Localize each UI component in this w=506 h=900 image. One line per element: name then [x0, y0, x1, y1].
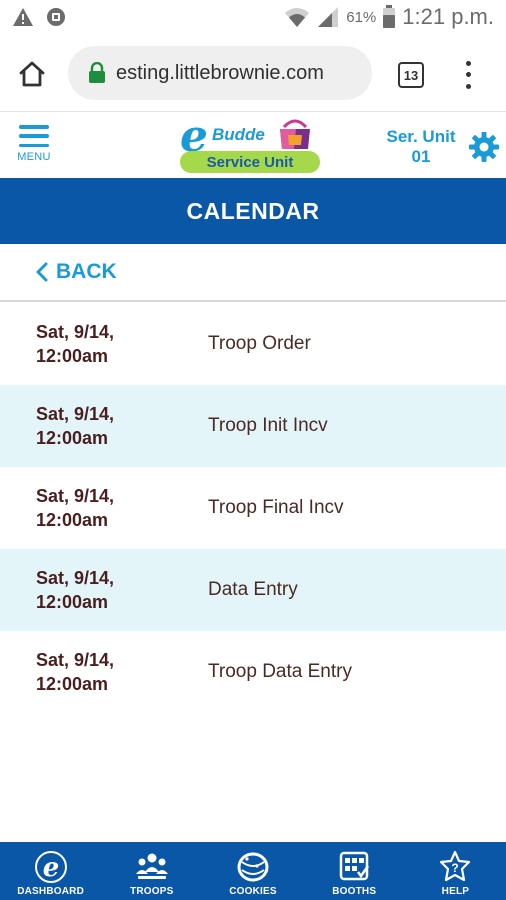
event-date: Sat, 9/14, 12:00am [36, 566, 186, 614]
address-bar[interactable]: esting.littlebrownie.com [68, 46, 372, 100]
battery-icon [383, 5, 396, 28]
event-date-time: 12:00am [36, 428, 109, 448]
status-bar: 61% 1:21 p.m. [0, 0, 506, 36]
nav-cookies[interactable]: COOKIES [202, 842, 303, 900]
wifi-icon [285, 8, 310, 27]
event-title: Troop Data Entry [208, 661, 352, 682]
troops-icon [135, 853, 168, 879]
event-date: Sat, 9/14, 12:00am [36, 484, 186, 532]
nav-troops[interactable]: TROOPS [101, 842, 202, 900]
event-title: Troop Order [208, 333, 311, 354]
browser-menu-button[interactable] [458, 58, 478, 92]
browser-toolbar: esting.littlebrownie.com 13 [0, 36, 506, 112]
notification-icon [47, 8, 65, 26]
nav-help[interactable]: ? HELP [405, 842, 506, 900]
calendar-event-row[interactable]: Sat, 9/14, 12:00am Data Entry [0, 549, 506, 631]
booth-icon [339, 851, 370, 881]
gear-icon[interactable] [468, 131, 500, 163]
event-date: Sat, 9/14, 12:00am [36, 402, 186, 450]
event-title: Data Entry [208, 579, 298, 600]
app-header: MENU e Budde Service Unit Ser. Unit 01 [0, 111, 506, 178]
event-date: Sat, 9/14, 12:00am [36, 648, 186, 696]
event-title: Troop Final Incv [208, 497, 344, 518]
event-date-time: 12:00am [36, 674, 109, 694]
warning-icon [13, 8, 33, 26]
url-text: esting.littlebrownie.com [116, 61, 324, 84]
back-button[interactable]: BACK [0, 244, 506, 302]
menu-label: MENU [17, 151, 51, 163]
event-date-time: 12:00am [36, 592, 109, 612]
battery-percent: 61% [346, 8, 377, 26]
event-date-time: 12:00am [36, 346, 109, 366]
logo-subtitle: Service Unit [180, 151, 320, 173]
tab-switcher-button[interactable]: 13 [398, 62, 424, 88]
bottom-nav: e DASHBOARD TROOPS COOKIES BOOTHS ? HELP [0, 842, 506, 900]
kebab-dot [465, 61, 471, 67]
svg-text:e: e [42, 853, 59, 883]
lock-icon [89, 62, 105, 83]
clock: 1:21 p.m. [402, 4, 494, 29]
ebudde-e-icon: e [34, 851, 67, 883]
help-icon: ? [440, 850, 471, 882]
calendar-event-row[interactable]: Sat, 9/14, 12:00am Troop Final Incv [0, 467, 506, 549]
kebab-dot [465, 72, 471, 78]
event-date-day: Sat, 9/14, [36, 404, 115, 424]
nav-label: BOOTHS [332, 886, 377, 897]
nav-booths[interactable]: BOOTHS [304, 842, 405, 900]
service-unit-indicator[interactable]: Ser. Unit 01 [384, 127, 458, 167]
kebab-dot [465, 83, 471, 89]
event-date-time: 12:00am [36, 510, 109, 530]
event-date-day: Sat, 9/14, [36, 650, 115, 670]
back-label: BACK [56, 260, 117, 283]
ebudde-logo: e Budde Service Unit [176, 111, 322, 175]
chevron-left-icon [36, 262, 48, 282]
event-date: Sat, 9/14, 12:00am [36, 320, 186, 368]
logo-word: Budde [212, 125, 265, 144]
home-icon [19, 61, 45, 87]
hamburger-icon [19, 125, 49, 147]
calendar-event-list: Sat, 9/14, 12:00am Troop Order Sat, 9/14… [0, 303, 506, 713]
event-title: Troop Init Incv [208, 415, 328, 436]
calendar-event-row[interactable]: Sat, 9/14, 12:00am Troop Order [0, 303, 506, 385]
nav-label: COOKIES [229, 886, 277, 897]
event-date-day: Sat, 9/14, [36, 322, 115, 342]
calendar-event-row[interactable]: Sat, 9/14, 12:00am Troop Init Incv [0, 385, 506, 467]
unit-number: 01 [411, 147, 431, 166]
nav-label: DASHBOARD [17, 886, 84, 897]
home-button[interactable] [14, 56, 50, 92]
nav-label: HELP [441, 886, 470, 897]
nav-label: TROOPS [130, 886, 174, 897]
event-date-day: Sat, 9/14, [36, 486, 115, 506]
unit-label: Ser. Unit [386, 127, 456, 146]
menu-button[interactable]: MENU [12, 125, 56, 173]
page-title: CALENDAR [0, 178, 506, 244]
svg-text:?: ? [452, 861, 459, 875]
cookie-bag-icon [280, 119, 310, 149]
signal-icon [318, 7, 339, 27]
cookie-icon [237, 852, 269, 882]
event-date-day: Sat, 9/14, [36, 568, 115, 588]
nav-dashboard[interactable]: e DASHBOARD [0, 842, 101, 900]
calendar-event-row[interactable]: Sat, 9/14, 12:00am Troop Data Entry [0, 631, 506, 713]
